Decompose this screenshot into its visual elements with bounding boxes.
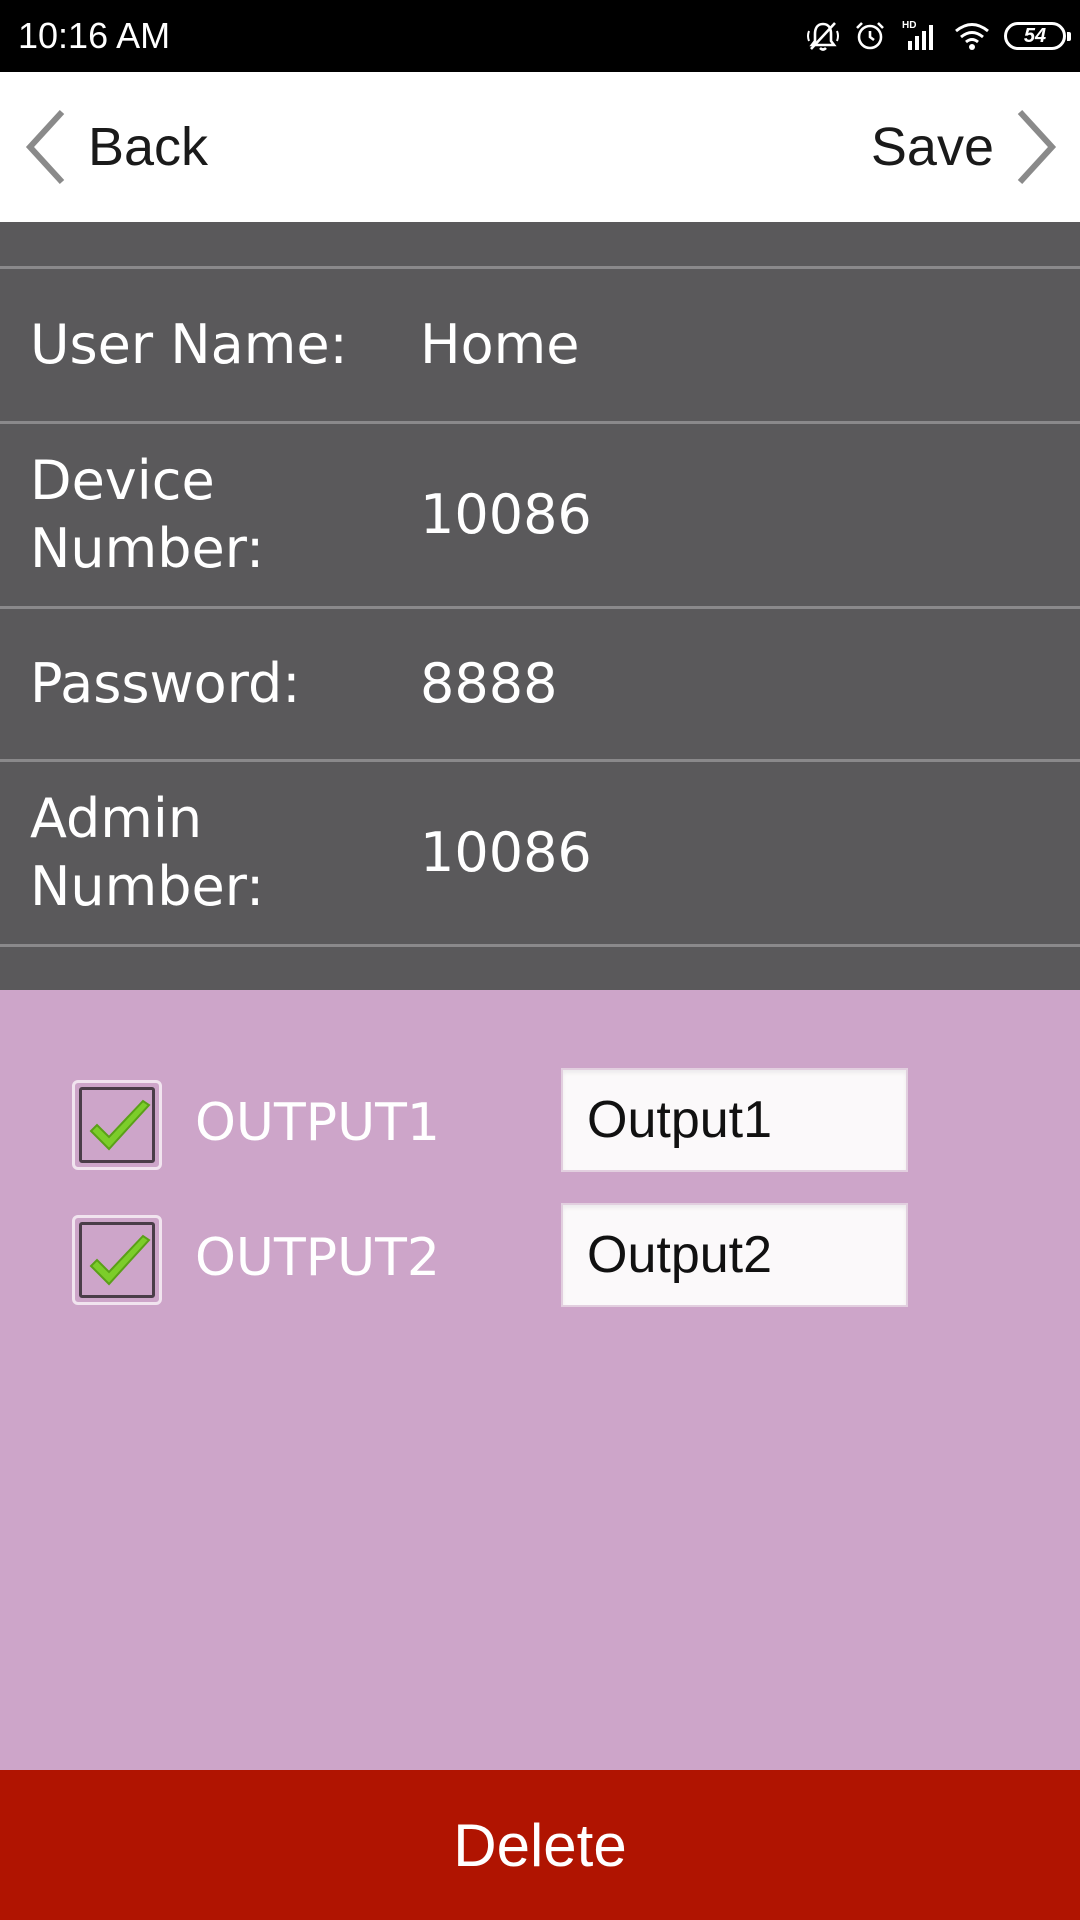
- battery-level: 54: [1023, 25, 1047, 47]
- wifi-icon: [954, 21, 990, 51]
- row-admin-number[interactable]: Admin Number: 10086: [0, 762, 1080, 944]
- delete-button[interactable]: Delete: [0, 1770, 1080, 1920]
- checkmark-icon: [89, 1099, 151, 1151]
- user-name-label: User Name:: [30, 313, 348, 376]
- status-bar: 10:16 AM HD 54: [0, 0, 1080, 72]
- password-label: Password:: [30, 652, 301, 715]
- admin-number-label: Admin Number:: [30, 787, 265, 918]
- row-user-name[interactable]: User Name: Home: [0, 269, 1080, 421]
- row-password[interactable]: Password: 8888: [0, 609, 1080, 759]
- output1-checkbox[interactable]: [72, 1080, 162, 1170]
- alarm-icon: [854, 20, 886, 52]
- chevron-left-icon: [25, 109, 65, 185]
- back-label: Back: [88, 117, 209, 177]
- save-button[interactable]: Save: [871, 72, 1058, 222]
- user-name-value: Home: [420, 313, 580, 376]
- status-icons: HD 54: [806, 14, 1071, 58]
- checkmark-icon: [89, 1234, 151, 1286]
- divider: [0, 944, 1080, 947]
- mute-vibrate-icon: [806, 19, 840, 53]
- battery-icon: 54: [1004, 22, 1071, 50]
- chevron-right-icon: [1017, 109, 1057, 185]
- output-row-2: OUTPUT2: [0, 1203, 1080, 1307]
- output-row-1: OUTPUT1: [0, 1068, 1080, 1172]
- output2-checkbox[interactable]: [72, 1215, 162, 1305]
- output2-name-input[interactable]: [561, 1203, 908, 1307]
- top-nav-bar: Back Save: [0, 72, 1080, 222]
- hd-signal-icon: HD: [900, 19, 940, 53]
- save-label: Save: [870, 117, 994, 177]
- device-number-label: Device Number:: [30, 449, 265, 580]
- admin-number-value: 10086: [420, 821, 592, 884]
- password-value: 8888: [420, 652, 558, 715]
- status-time: 10:16 AM: [18, 15, 171, 56]
- outputs-panel: OUTPUT1 OUTPUT2: [0, 990, 1080, 1770]
- output2-label: OUTPUT2: [195, 1228, 441, 1288]
- output1-label: OUTPUT1: [195, 1093, 441, 1153]
- back-button[interactable]: Back: [24, 72, 208, 222]
- output1-name-input[interactable]: [561, 1068, 908, 1172]
- device-number-value: 10086: [420, 483, 592, 546]
- row-device-number[interactable]: Device Number: 10086: [0, 424, 1080, 606]
- svg-text:HD: HD: [902, 20, 916, 31]
- user-info-list: User Name: Home Device Number: 10086 Pas…: [0, 222, 1080, 990]
